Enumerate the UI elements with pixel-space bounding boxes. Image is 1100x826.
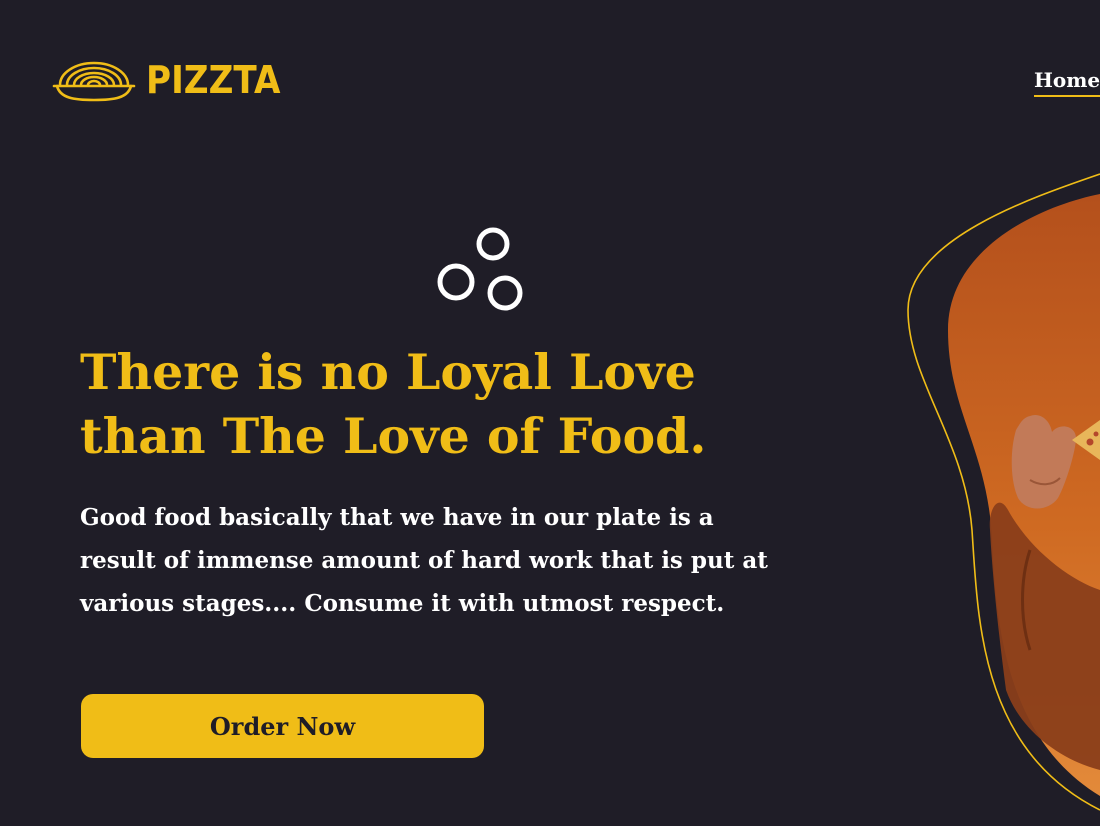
hero-headline: There is no Loyal Love than The Love of … <box>80 343 707 465</box>
logo[interactable]: PIZZTA <box>52 58 295 102</box>
hero-description: Good food basically that we have in our … <box>80 504 768 617</box>
person-eating-pizza-image <box>907 173 1100 811</box>
nav-link-home[interactable]: Home <box>1034 68 1100 97</box>
order-now-button[interactable]: Order Now <box>81 694 484 758</box>
noodle-bowl-icon <box>52 61 136 102</box>
brand-name: PIZZTA <box>146 58 281 102</box>
three-rings-icon <box>437 227 523 311</box>
